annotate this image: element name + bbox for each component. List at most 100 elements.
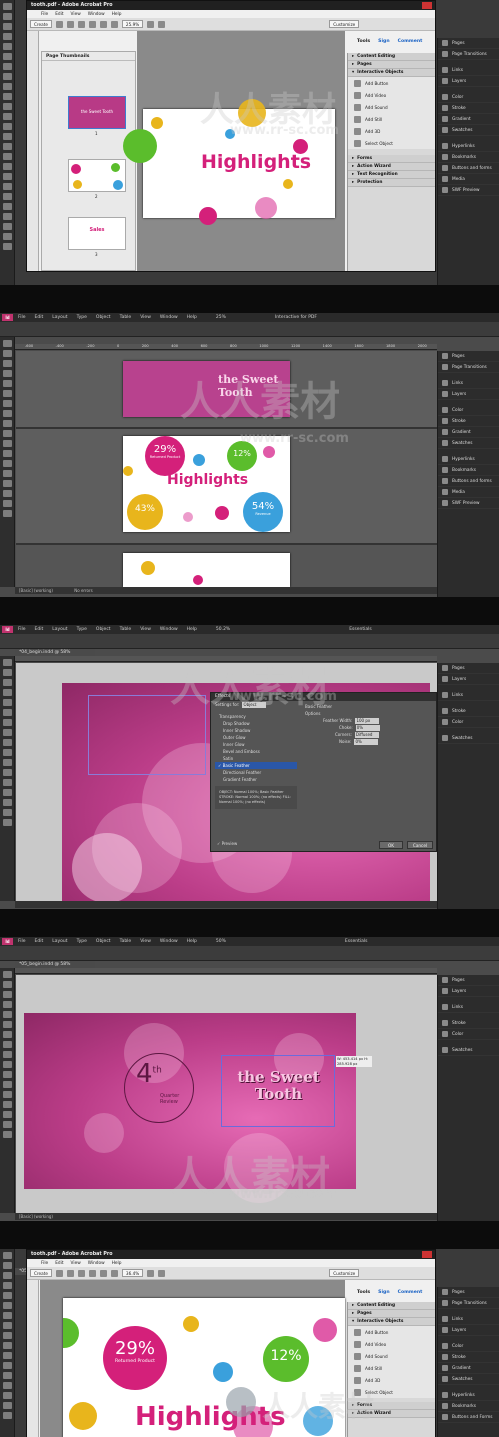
menu-layout[interactable]: Layout bbox=[52, 315, 67, 320]
dock-item[interactable]: Layers bbox=[438, 389, 499, 400]
zoom-tool-icon[interactable] bbox=[2, 819, 12, 826]
pen-tool-icon[interactable] bbox=[2, 719, 12, 726]
note-tool-icon[interactable] bbox=[2, 470, 12, 477]
rectangle-tool-icon[interactable] bbox=[2, 1061, 12, 1068]
menu-edit[interactable]: Edit bbox=[35, 315, 44, 320]
menu-edit[interactable]: Edit bbox=[55, 12, 63, 17]
dock-item[interactable]: Buttons and Forms bbox=[438, 1412, 499, 1423]
tool-add-video[interactable]: Add Video bbox=[348, 89, 435, 101]
menu-edit[interactable]: Edit bbox=[35, 627, 44, 632]
dock-item[interactable]: Links bbox=[438, 690, 499, 701]
zoom-level[interactable]: 50.2% bbox=[216, 627, 230, 632]
effect-item[interactable]: Gradient Feather bbox=[215, 776, 297, 783]
zoom-out-icon[interactable] bbox=[110, 20, 118, 28]
menu-file[interactable]: File bbox=[18, 939, 26, 944]
zoom-level[interactable]: 25% bbox=[216, 315, 226, 320]
menu-layout[interactable]: Layout bbox=[52, 627, 67, 632]
effect-item[interactable]: Outer Glow bbox=[215, 734, 297, 741]
effect-item-selected[interactable]: ✓ Basic Feather bbox=[215, 762, 297, 769]
type-tool-icon[interactable] bbox=[2, 699, 12, 706]
tool-icon[interactable] bbox=[2, 1362, 12, 1369]
selection-tool-icon[interactable] bbox=[2, 971, 12, 978]
dock-item[interactable]: Swatches bbox=[438, 1374, 499, 1385]
dock-item[interactable]: Layers bbox=[438, 674, 499, 685]
tool-icon[interactable] bbox=[2, 193, 12, 200]
note-tool-icon[interactable] bbox=[2, 1101, 12, 1108]
tool-add-sound[interactable]: Add Sound bbox=[348, 101, 435, 113]
tool-add-still[interactable]: Add Still bbox=[348, 1362, 435, 1374]
dock-item[interactable]: Bookmarks bbox=[438, 465, 499, 476]
tool-icon[interactable] bbox=[2, 143, 12, 150]
tab-comment[interactable]: Comment bbox=[398, 39, 423, 44]
menu-view[interactable]: View bbox=[71, 12, 81, 17]
tools-section[interactable]: ▸ Protection bbox=[348, 179, 435, 187]
tool-icon[interactable] bbox=[2, 33, 12, 40]
menu-file[interactable]: File bbox=[18, 315, 26, 320]
tool-icon[interactable] bbox=[2, 43, 12, 50]
tool-icon[interactable] bbox=[2, 53, 12, 60]
tool-icon[interactable] bbox=[2, 183, 12, 190]
free-transform-tool-icon[interactable] bbox=[2, 769, 12, 776]
tool-icon[interactable] bbox=[2, 1262, 12, 1269]
tab-tools[interactable]: Tools bbox=[357, 1290, 370, 1295]
tool-icon[interactable] bbox=[2, 1312, 12, 1319]
dock-item[interactable]: Gradient bbox=[438, 114, 499, 125]
customize-button[interactable]: Customize bbox=[329, 1269, 360, 1277]
fit-width-icon[interactable] bbox=[158, 1269, 166, 1277]
cancel-button[interactable]: Cancel bbox=[407, 841, 433, 849]
document-tab[interactable]: *04_begin.indd @ 58% bbox=[15, 649, 95, 656]
gradient-tool-icon[interactable] bbox=[2, 1091, 12, 1098]
rectangle-frame-tool-icon[interactable] bbox=[2, 1051, 12, 1058]
menu-type[interactable]: Type bbox=[77, 315, 87, 320]
note-tool-icon[interactable] bbox=[2, 789, 12, 796]
transparency-item[interactable]: Transparency bbox=[215, 713, 297, 720]
menu-layout[interactable]: Layout bbox=[52, 939, 67, 944]
line-tool-icon[interactable] bbox=[2, 1021, 12, 1028]
scissors-tool-icon[interactable] bbox=[2, 759, 12, 766]
open-icon[interactable] bbox=[55, 1269, 63, 1277]
thumbnail-page-3[interactable]: Sales bbox=[68, 217, 126, 250]
tab-sign[interactable]: Sign bbox=[378, 39, 389, 44]
noise-input[interactable]: 0% bbox=[354, 739, 379, 745]
dock-item[interactable]: Color bbox=[438, 92, 499, 103]
hand-icon[interactable] bbox=[99, 1269, 107, 1277]
dock-item[interactable]: Page Transitions bbox=[438, 49, 499, 60]
dock-item[interactable]: SWF Preview bbox=[438, 185, 499, 196]
tools-section[interactable]: ▸ Content Editing bbox=[348, 1302, 435, 1310]
effect-item[interactable]: Inner Shadow bbox=[215, 727, 297, 734]
thumbnail-page-2[interactable] bbox=[68, 159, 126, 192]
effect-item[interactable]: Directional Feather bbox=[215, 769, 297, 776]
rectangle-tool-icon[interactable] bbox=[2, 749, 12, 756]
document-tab[interactable]: *05_begin.indd @ 58% bbox=[15, 961, 95, 968]
thumbnail-page-1[interactable]: the Sweet Tooth bbox=[68, 96, 126, 129]
tool-icon[interactable] bbox=[2, 153, 12, 160]
dock-item[interactable]: Gradient bbox=[438, 1363, 499, 1374]
dock-item[interactable]: Pages bbox=[438, 351, 499, 362]
free-transform-tool-icon[interactable] bbox=[2, 450, 12, 457]
effect-item[interactable]: Bevel and Emboss bbox=[215, 748, 297, 755]
dock-item[interactable]: Swatches bbox=[438, 733, 499, 744]
dock-item[interactable]: Hyperlinks bbox=[438, 454, 499, 465]
menu-view[interactable]: View bbox=[140, 627, 151, 632]
effect-item[interactable]: Inner Glow bbox=[215, 741, 297, 748]
line-tool-icon[interactable] bbox=[2, 390, 12, 397]
menu-window[interactable]: Window bbox=[88, 12, 105, 17]
menu-table[interactable]: Table bbox=[120, 627, 132, 632]
tool-icon[interactable] bbox=[2, 1292, 12, 1299]
create-button[interactable]: Create bbox=[30, 1269, 52, 1277]
gap-tool-icon[interactable] bbox=[2, 1001, 12, 1008]
dock-item[interactable]: Media bbox=[438, 487, 499, 498]
menu-window[interactable]: Window bbox=[88, 1261, 105, 1266]
dock-item[interactable]: Swatches bbox=[438, 125, 499, 136]
dock-item[interactable]: Links bbox=[438, 1314, 499, 1325]
pen-tool-icon[interactable] bbox=[2, 1031, 12, 1038]
save-icon[interactable] bbox=[66, 1269, 74, 1277]
dock-item[interactable]: Pages bbox=[438, 663, 499, 674]
workspace-switcher[interactable]: Essentials bbox=[349, 627, 372, 632]
tools-section[interactable]: ▾ Interactive Objects bbox=[348, 69, 435, 77]
preview-checkbox[interactable]: ✓ Preview bbox=[217, 841, 237, 846]
dock-item[interactable]: Links bbox=[438, 378, 499, 389]
dock-item[interactable]: Layers bbox=[438, 76, 499, 87]
save-icon[interactable] bbox=[66, 20, 74, 28]
gap-tool-icon[interactable] bbox=[2, 370, 12, 377]
